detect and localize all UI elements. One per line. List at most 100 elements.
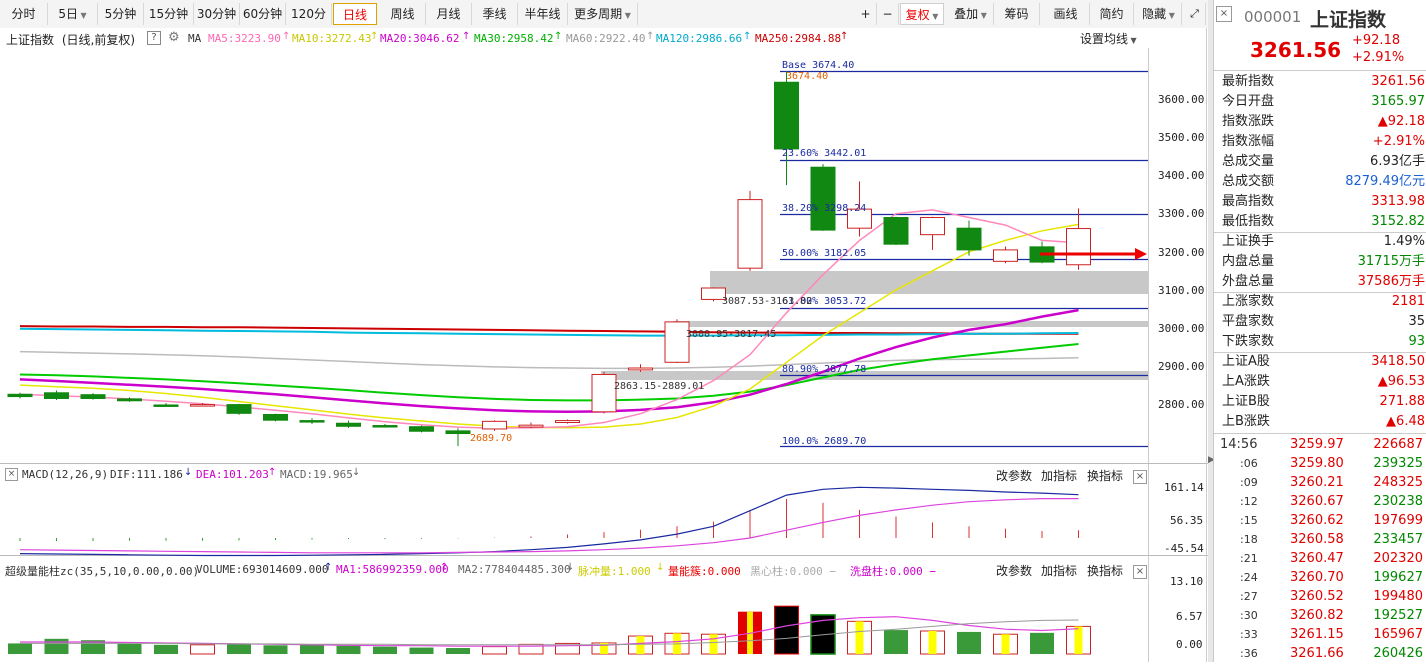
stat-label: 最低指数 <box>1222 214 1275 229</box>
tick-price: 3260.52 <box>1290 589 1344 604</box>
volume-bar <box>190 644 215 655</box>
index-code: 000001 <box>1244 8 1302 26</box>
candle-body <box>628 367 653 371</box>
volume-bar <box>774 605 799 655</box>
close-icon[interactable]: × <box>1133 565 1147 579</box>
candle-body <box>263 413 288 421</box>
candle-body <box>445 430 471 435</box>
tick-row: :21 3260.47 202320 <box>1214 549 1426 569</box>
tick-volume: 199627 <box>1373 570 1423 585</box>
quote-panel: × 000001 上证指数 3261.56 +92.18 +2.91% 最新指数… <box>1213 0 1426 662</box>
diejia-label: 叠加 <box>954 7 979 21</box>
volume-value: VOLUME:693014609.000 <box>196 563 329 576</box>
high-price-mark: 3674.40 <box>786 71 829 82</box>
stat-value: 37586万手 <box>1357 274 1425 289</box>
volume-bar <box>1030 632 1054 654</box>
tick-volume: 230238 <box>1373 494 1423 509</box>
diejia-button[interactable]: 叠加 ▼ <box>948 3 994 25</box>
macd-axis-tick: -45.54 <box>1164 542 1204 555</box>
black-heart-bar: 黑心柱:0.000 − <box>750 565 836 578</box>
stat-label: 今日开盘 <box>1222 94 1275 109</box>
stat-label: 总成交量 <box>1222 154 1275 169</box>
tab-60min[interactable]: 60分钟 <box>240 3 286 25</box>
close-icon[interactable]: × <box>1216 6 1232 22</box>
tab-fenshi[interactable]: 分时 <box>0 3 48 25</box>
yincang-button[interactable]: 隐藏 ▼ <box>1136 3 1182 25</box>
stat-row: 最高指数 3313.98 <box>1214 192 1426 212</box>
tick-price: 3260.47 <box>1290 551 1344 566</box>
volume-add-indicator-button[interactable]: 加指标 <box>1041 562 1077 579</box>
macd-dea: DEA:101.203 <box>196 468 269 481</box>
tick-time: :09 <box>1240 476 1258 489</box>
macd-add-indicator-button[interactable]: 加指标 <box>1041 467 1077 484</box>
candle-body <box>956 227 982 251</box>
volume-bar <box>373 646 397 654</box>
tab-more-periods-label: 更多周期 <box>574 7 623 21</box>
stat-value: ▲92.18 <box>1377 114 1425 129</box>
volume-chart <box>8 605 1091 655</box>
fuquan-button[interactable]: 复权 ▼ <box>900 3 944 25</box>
volume-params-button[interactable]: 改参数 <box>996 562 1032 579</box>
tick-time: :36 <box>1240 647 1258 660</box>
volume-bar <box>300 644 324 654</box>
tab-monthly[interactable]: 月线 <box>426 3 472 25</box>
huaxian-button[interactable]: 画线 <box>1042 3 1090 25</box>
tick-row: :09 3260.21 248325 <box>1214 473 1426 493</box>
zoom-in-button[interactable]: + <box>855 3 877 25</box>
tab-120min[interactable]: 120分钟 <box>286 3 332 43</box>
fullscreen-icon[interactable]: ⤢ <box>1184 3 1206 25</box>
macd-params-button[interactable]: 改参数 <box>996 467 1032 484</box>
stat-value: 3165.97 <box>1371 94 1425 109</box>
divider <box>1214 70 1426 71</box>
stat-row: 上证换手 1.49% <box>1214 232 1426 252</box>
tab-15min[interactable]: 15分钟 <box>144 3 194 25</box>
candle-body <box>190 404 215 407</box>
pulse-volume: 脉冲量:1.000 <box>578 565 651 578</box>
volume-bar <box>336 645 361 654</box>
tab-daily[interactable]: 日线 <box>333 3 377 25</box>
volume-title: 超级量能柱zc(35,5,10,0.00,0.00) <box>5 565 200 578</box>
volume-bar-marker <box>1074 626 1083 654</box>
tab-more-periods[interactable]: 更多周期 ▼ <box>568 3 638 25</box>
volume-ma1: MA1:586992359.000 <box>336 563 449 576</box>
close-icon[interactable]: × <box>1133 470 1147 484</box>
stat-row: 上A涨跌 ▲96.53 <box>1214 372 1426 392</box>
red-arrow-head <box>1135 248 1147 260</box>
fuquan-label: 复权 <box>905 8 930 22</box>
tick-time: :12 <box>1240 495 1258 508</box>
jianyue-button[interactable]: 简约 <box>1090 3 1134 25</box>
tick-row: :18 3260.58 233457 <box>1214 530 1426 550</box>
stat-row: 平盘家数 35 <box>1214 312 1426 332</box>
tab-weekly[interactable]: 周线 <box>380 3 426 25</box>
candle-body <box>409 426 434 432</box>
arrow-down-icon: ↓ <box>566 562 575 573</box>
close-icon[interactable]: × <box>5 468 18 481</box>
stat-label: 平盘家数 <box>1222 314 1275 329</box>
tick-price: 3260.82 <box>1290 608 1344 623</box>
chouma-button[interactable]: 筹码 <box>994 3 1040 25</box>
tab-30min[interactable]: 30分钟 <box>194 3 240 25</box>
tab-5day[interactable]: 5日 ▼ <box>48 3 98 25</box>
tab-5min[interactable]: 5分钟 <box>98 3 144 25</box>
tick-volume: 260426 <box>1373 646 1423 661</box>
macd-title: MACD(12,26,9) <box>22 468 109 481</box>
tick-price: 3260.62 <box>1290 513 1344 528</box>
zoom-out-button[interactable]: − <box>877 3 899 25</box>
volume-bar <box>8 643 32 654</box>
stat-value: 271.88 <box>1379 394 1426 409</box>
volume-switch-indicator-button[interactable]: 换指标 <box>1087 562 1123 579</box>
price-change-pct: +2.91% <box>1352 50 1405 65</box>
volume-bar <box>117 643 142 654</box>
macd-switch-indicator-button[interactable]: 换指标 <box>1087 467 1123 484</box>
tick-time: :06 <box>1240 457 1258 470</box>
tab-quarterly[interactable]: 季线 <box>472 3 518 25</box>
stat-label: 最新指数 <box>1222 74 1275 89</box>
tick-time: :21 <box>1240 552 1258 565</box>
stat-value: 1.49% <box>1383 234 1425 249</box>
stat-value: ▲96.53 <box>1377 374 1425 389</box>
tick-price: 3261.66 <box>1290 646 1344 661</box>
period-toolbar: 分时 5日 ▼ 5分钟 15分钟 30分钟 60分钟 120分钟 日线 周线 月… <box>0 0 1208 43</box>
tab-halfyear[interactable]: 半年线 <box>518 3 568 25</box>
fibonacci-lines <box>780 70 1148 448</box>
tick-row: :15 3260.62 197699 <box>1214 511 1426 531</box>
